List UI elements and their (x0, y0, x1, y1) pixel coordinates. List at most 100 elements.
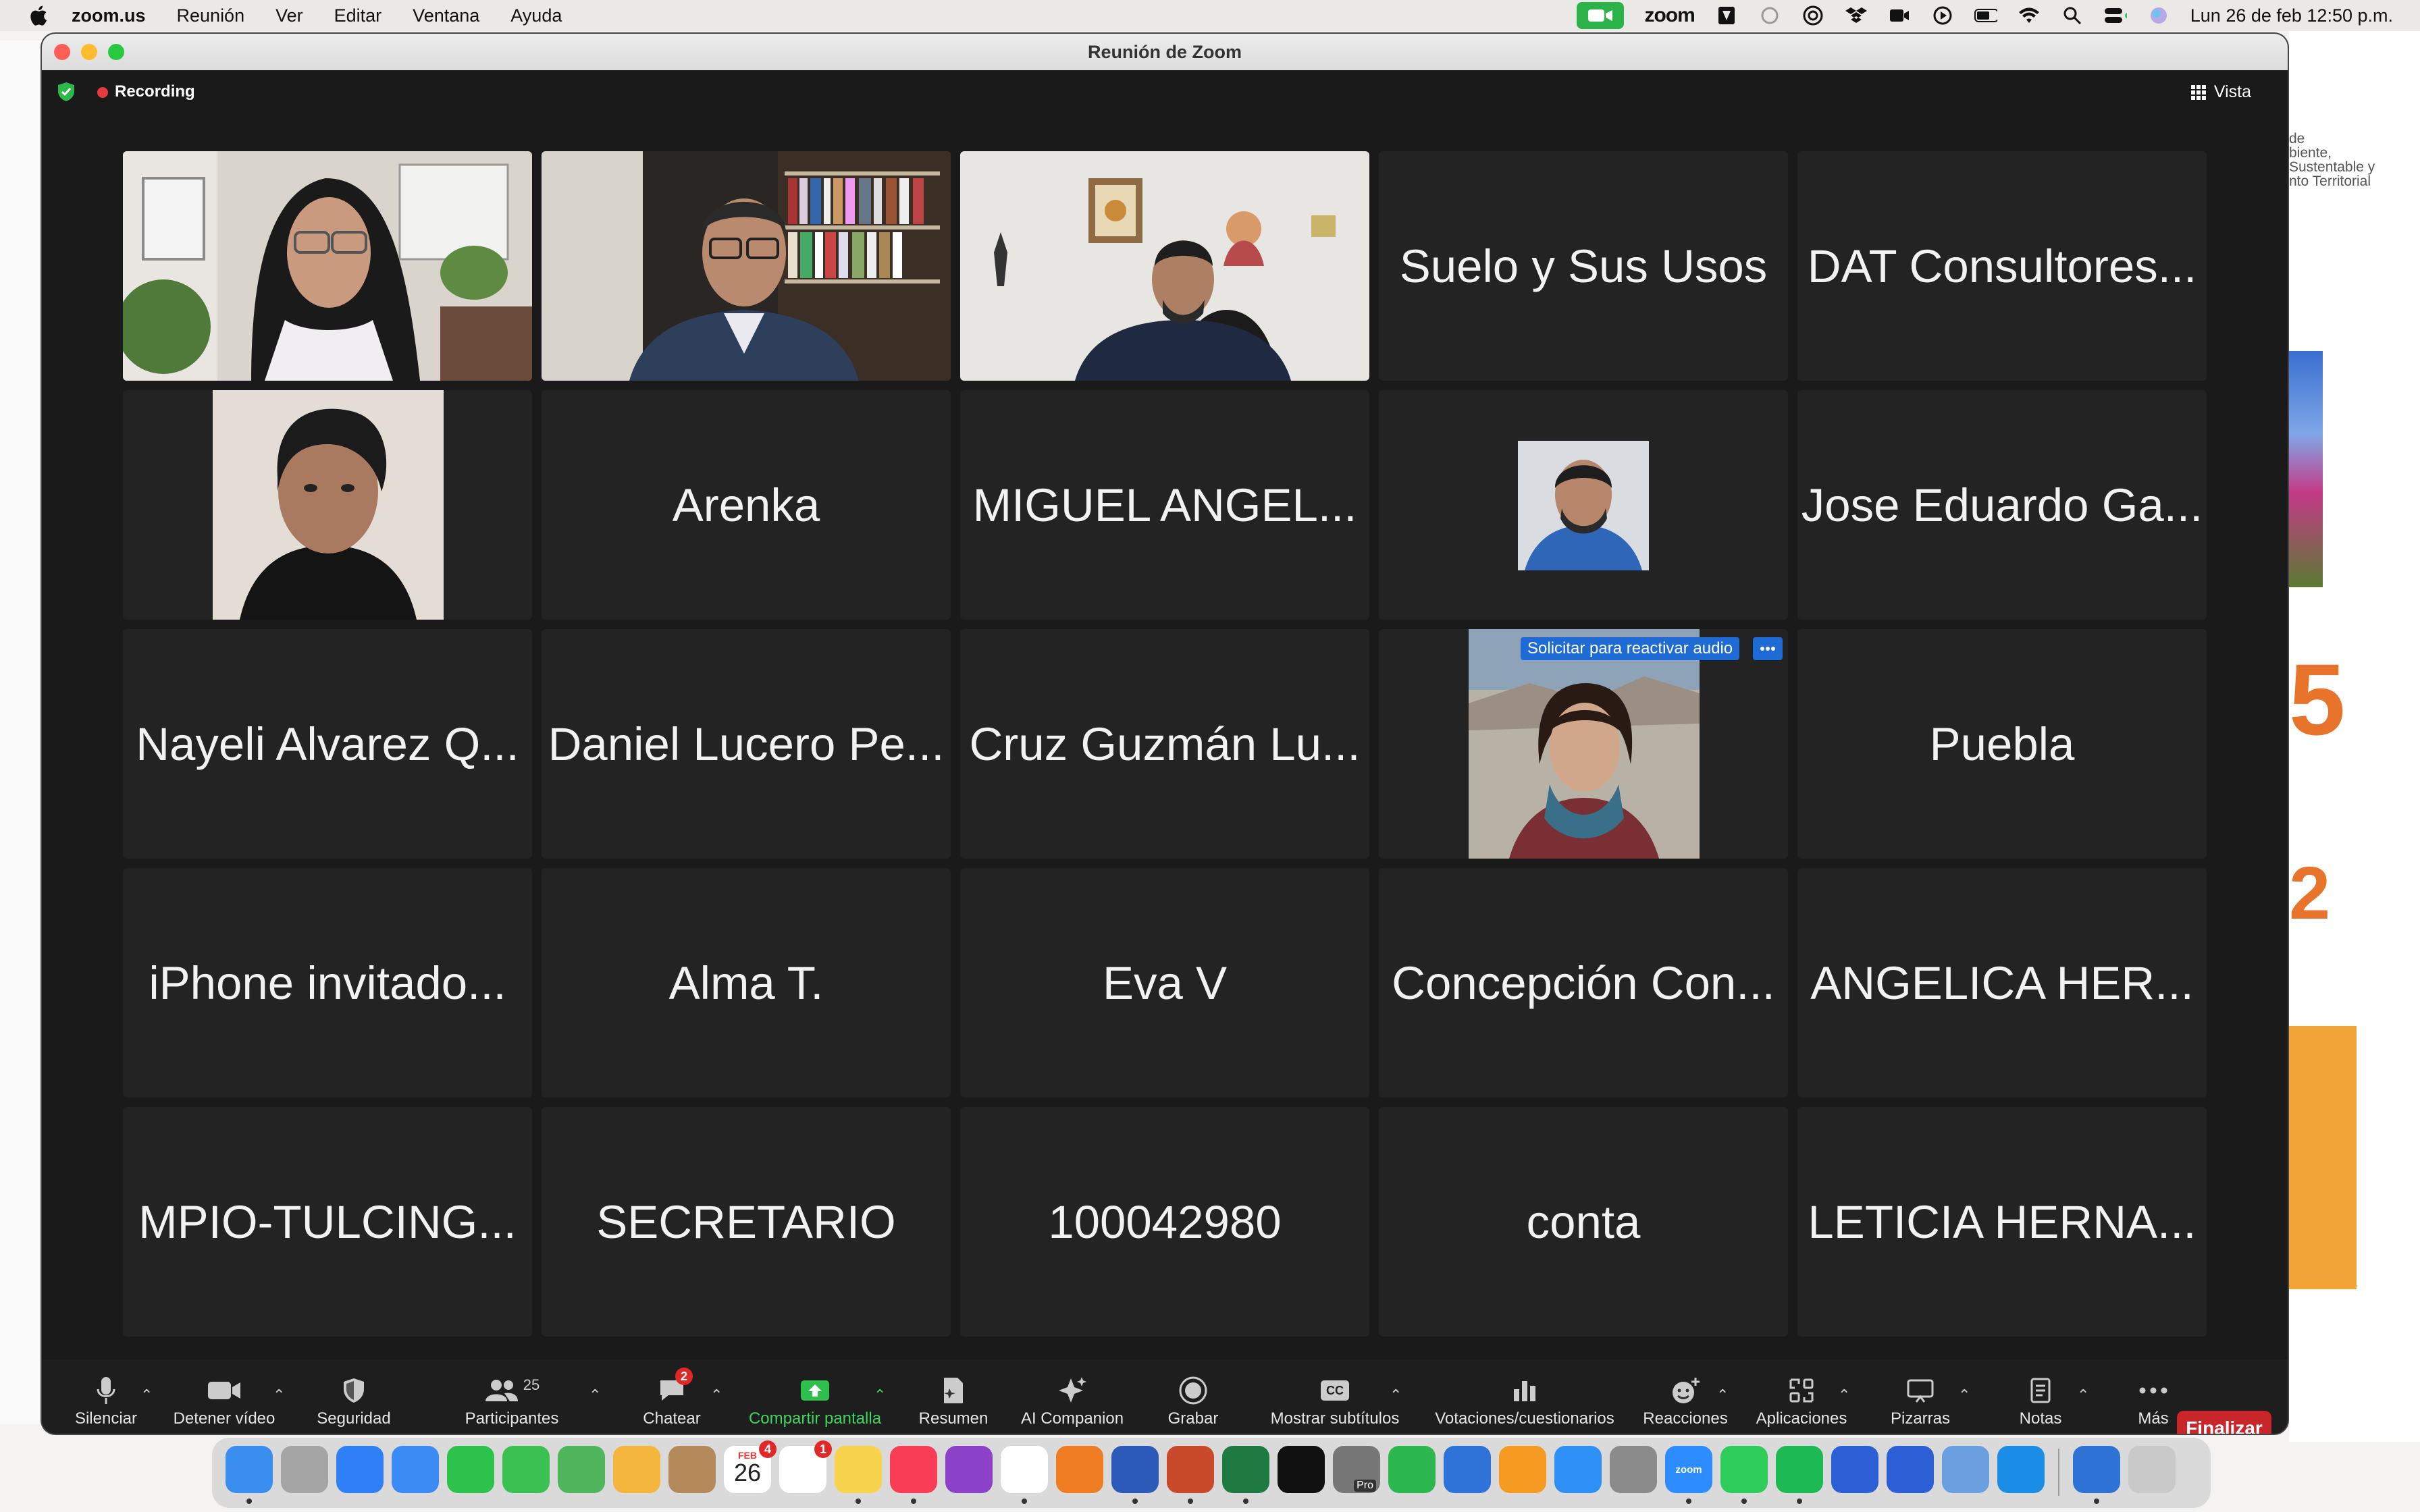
dock-maps-icon[interactable] (558, 1446, 605, 1493)
participant-tile[interactable]: Nayeli Alvarez Q... (123, 629, 532, 859)
dock-spotify-icon[interactable] (1776, 1446, 1823, 1493)
participant-tile[interactable]: Concepción Con... (1379, 868, 1788, 1098)
dock-finder-icon[interactable] (226, 1446, 273, 1493)
participant-tile[interactable]: 100042980 (960, 1107, 1369, 1336)
participant-tile[interactable] (1379, 390, 1788, 620)
dock-tv-icon[interactable] (1278, 1446, 1325, 1493)
recording-indicator[interactable]: Recording (115, 82, 195, 101)
dock-contacts-icon[interactable] (668, 1446, 716, 1493)
participant-tile[interactable] (960, 151, 1369, 381)
chat-button[interactable]: 2 Chatear (628, 1359, 716, 1434)
zoom-menu-extra[interactable]: zoom (1644, 4, 1695, 27)
dock-trash-icon[interactable] (2128, 1446, 2176, 1493)
security-button[interactable]: Seguridad (309, 1359, 398, 1434)
share-screen-button[interactable]: Compartir pantalla (737, 1359, 893, 1434)
dock-settings-icon[interactable] (1610, 1446, 1657, 1493)
end-meeting-button[interactable]: Finalizar (2177, 1411, 2271, 1434)
chat-options-caret-icon[interactable]: ⌃ (710, 1386, 722, 1404)
dock-launchpad-icon[interactable] (281, 1446, 328, 1493)
participants-button[interactable]: 25 Participantes (438, 1359, 586, 1434)
participant-tile[interactable]: Daniel Lucero Pe... (542, 629, 951, 859)
mute-button[interactable]: Silenciar (69, 1359, 143, 1434)
dock-podcasts-icon[interactable] (945, 1446, 993, 1493)
participant-tile[interactable] (123, 151, 532, 381)
whiteboards-options-caret-icon[interactable]: ⌃ (1958, 1386, 1970, 1404)
window-minimize-button[interactable] (81, 44, 97, 60)
record-button[interactable]: Grabar (1156, 1359, 1230, 1434)
dock-photos-icon[interactable] (613, 1446, 660, 1493)
dock-notes-icon[interactable] (835, 1446, 882, 1493)
participant-tile[interactable]: SECRETARIO (542, 1107, 951, 1336)
moon-focus-icon[interactable] (1758, 4, 1781, 27)
siri-icon[interactable] (2147, 4, 2170, 27)
dock-safari-icon[interactable] (336, 1446, 384, 1493)
menu-app-name[interactable]: zoom.us (72, 5, 146, 26)
participant-tile[interactable]: conta (1379, 1107, 1788, 1336)
participant-tile[interactable]: MIGUEL ANGEL... (960, 390, 1369, 620)
dock-zoom-icon[interactable]: zoom (1665, 1446, 1712, 1493)
ask-to-unmute-button[interactable]: Solicitar para reactivar audio (1521, 637, 1740, 660)
dropbox-icon[interactable] (1845, 4, 1868, 27)
spotlight-search-icon[interactable] (2061, 4, 2084, 27)
captions-options-caret-icon[interactable]: ⌃ (1390, 1386, 1402, 1404)
reactions-options-caret-icon[interactable]: ⌃ (1716, 1386, 1729, 1404)
participant-tile[interactable]: Arenka (542, 390, 951, 620)
dock-mail-icon[interactable] (392, 1446, 439, 1493)
video-options-caret-icon[interactable]: ⌃ (273, 1386, 285, 1404)
participant-tile[interactable]: MPIO-TULCING... (123, 1107, 532, 1336)
dock-word-icon[interactable] (1111, 1446, 1159, 1493)
dock-powerpoint-icon[interactable] (1167, 1446, 1214, 1493)
dock-pages-icon[interactable] (1499, 1446, 1546, 1493)
play-circle-icon[interactable] (1931, 4, 1954, 27)
menu-item-editar[interactable]: Editar (334, 5, 382, 26)
dock-firefox-icon[interactable] (1056, 1446, 1103, 1493)
participant-tile[interactable]: ANGELICA HER... (1797, 868, 2207, 1098)
dock-reminders-icon[interactable]: 1 (779, 1440, 832, 1493)
dock-messages-icon[interactable] (502, 1446, 550, 1493)
participant-tile[interactable]: Eva V (960, 868, 1369, 1098)
participant-tile[interactable]: DAT Consultores... (1797, 151, 2207, 381)
dock-preview-icon[interactable] (1942, 1446, 1989, 1493)
dock-keynote-icon[interactable] (1444, 1446, 1491, 1493)
dock-whatsapp-icon[interactable] (1720, 1446, 1768, 1493)
ai-companion-button[interactable]: AI Companion (1011, 1359, 1133, 1434)
wifi-icon[interactable] (2018, 4, 2041, 27)
participant-tile[interactable]: Solicitar para reactivar audio (1379, 629, 1788, 859)
dock-teams-icon[interactable] (2073, 1446, 2120, 1493)
menu-item-ver[interactable]: Ver (275, 5, 303, 26)
target-icon[interactable] (1801, 4, 1824, 27)
dock-calendar-icon[interactable]: FEB 26 4 (724, 1440, 777, 1493)
participant-tile[interactable]: iPhone invitado... (123, 868, 532, 1098)
participant-tile[interactable]: Jose Eduardo Ga... (1797, 390, 2207, 620)
participant-tile[interactable]: Cruz Guzmán Lu... (960, 629, 1369, 859)
zoom-meeting-status-icon[interactable] (1577, 2, 1625, 29)
apps-options-caret-icon[interactable]: ⌃ (1838, 1386, 1850, 1404)
summary-button[interactable]: Resumen (913, 1359, 994, 1434)
notes-options-caret-icon[interactable]: ⌃ (2077, 1386, 2089, 1404)
participant-tile[interactable]: Alma T. (542, 868, 951, 1098)
bitwarden-icon[interactable] (1715, 4, 1738, 27)
audio-options-caret-icon[interactable]: ⌃ (140, 1386, 153, 1404)
share-options-caret-icon[interactable]: ⌃ (874, 1386, 886, 1404)
encryption-shield-icon[interactable] (55, 81, 77, 103)
participant-tile[interactable]: LETICIA HERNA... (1797, 1107, 2207, 1336)
participant-tile[interactable]: Suelo y Sus Usos (1379, 151, 1788, 381)
dock-pro-icon[interactable]: Pro (1333, 1446, 1380, 1493)
participant-tile[interactable] (123, 390, 532, 620)
dock-facetime-icon[interactable] (447, 1446, 494, 1493)
notes-button[interactable]: Notas (2000, 1359, 2081, 1434)
menu-item-reunion[interactable]: Reunión (177, 5, 245, 26)
participant-tile-active-speaker[interactable] (542, 151, 951, 381)
dock-screen-1-icon[interactable] (1831, 1446, 1878, 1493)
menu-item-ventana[interactable]: Ventana (413, 5, 479, 26)
view-button[interactable]: Vista (2190, 82, 2251, 102)
window-close-button[interactable] (54, 44, 70, 60)
dock-excel-icon[interactable] (1222, 1446, 1269, 1493)
menu-item-ayuda[interactable]: Ayuda (510, 5, 562, 26)
participants-options-caret-icon[interactable]: ⌃ (589, 1386, 601, 1404)
dock-skype-icon[interactable] (1997, 1446, 2045, 1493)
battery-icon[interactable] (1974, 4, 1997, 27)
polls-button[interactable]: Votaciones/cuestionarios (1423, 1359, 1626, 1434)
dock-numbers-icon[interactable] (1388, 1446, 1436, 1493)
apple-logo-icon[interactable] (27, 4, 49, 27)
